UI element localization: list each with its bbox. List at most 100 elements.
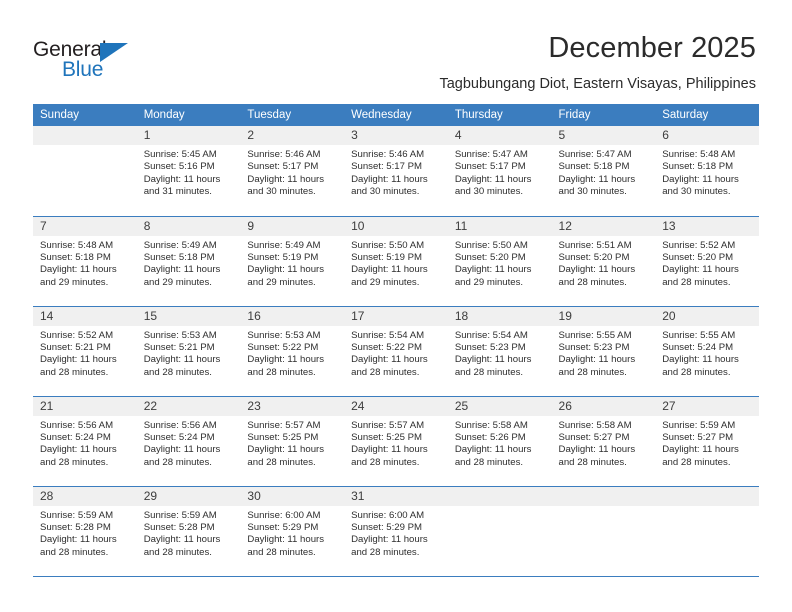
calendar-day-cell[interactable]: 2 Sunrise: 5:46 AM Sunset: 5:17 PM Daylight… xyxy=(240,126,345,217)
sunset-time: Sunset: 5:20 PM xyxy=(454,251,526,263)
daylight-duration-line2: and 31 minutes. xyxy=(143,186,212,198)
day-number: 9 xyxy=(240,216,345,236)
day-number: 22 xyxy=(136,396,241,416)
daylight-duration-line1: Daylight: 11 hours xyxy=(40,264,117,276)
calendar-day-cell[interactable]: 27 Sunrise: 5:59 AM Sunset: 5:27 PM Dayligh… xyxy=(655,396,759,487)
day-details: Sunrise: 5:50 AM Sunset: 5:20 PM Daylight:… xyxy=(448,236,552,290)
sunset-time: Sunset: 5:29 PM xyxy=(351,521,423,533)
day-details: Sunrise: 5:57 AM Sunset: 5:25 PM Daylight:… xyxy=(344,416,448,470)
calendar-day-cell[interactable]: 30 Sunrise: 6:00 AM Sunset: 5:29 PM Dayligh… xyxy=(240,486,345,577)
sunrise-time: Sunrise: 5:46 AM xyxy=(247,149,321,160)
sunset-time: Sunset: 5:26 PM xyxy=(454,431,526,443)
day-number: 20 xyxy=(655,306,759,326)
sunrise-time: Sunrise: 5:59 AM xyxy=(40,509,114,521)
sunrise-time: Sunrise: 5:57 AM xyxy=(351,419,425,431)
calendar-day-cell[interactable]: 17 Sunrise: 5:54 AM Sunset: 5:22 PM Dayligh… xyxy=(344,306,448,397)
daylight-duration-line2: and 28 minutes. xyxy=(351,366,420,378)
page-subtitle: Tagbubungang Diot, Eastern Visayas, Phil… xyxy=(439,76,756,92)
day-details: Sunrise: 5:59 AM Sunset: 5:28 PM Daylight:… xyxy=(33,506,137,560)
sunrise-time: Sunrise: 5:48 AM xyxy=(40,239,114,251)
calendar-day-cell[interactable]: 23 Sunrise: 5:57 AM Sunset: 5:25 PM Dayligh… xyxy=(240,396,345,487)
day-number: 10 xyxy=(344,216,448,236)
day-details: Sunrise: 5:52 AM Sunset: 5:21 PM Daylight:… xyxy=(33,326,137,380)
day-details: Sunrise: 5:53 AM Sunset: 5:21 PM Daylight:… xyxy=(137,326,241,380)
calendar-day-cell[interactable]: 15 Sunrise: 5:53 AM Sunset: 5:21 PM Dayligh… xyxy=(136,306,241,397)
calendar-day-cell[interactable]: 4 Sunrise: 5:47 AM Sunset: 5:17 PM Daylight… xyxy=(447,126,552,217)
daylight-duration-line2: and 28 minutes. xyxy=(454,366,524,378)
sunset-time: Sunset: 5:20 PM xyxy=(558,251,630,263)
daylight-duration-line2: and 28 minutes. xyxy=(558,276,627,288)
sunrise-time: Sunrise: 5:46 AM xyxy=(351,149,425,160)
calendar-day-cell[interactable]: 5 Sunrise: 5:47 AM Sunset: 5:18 PM Daylight… xyxy=(551,126,656,217)
daylight-duration-line1: Daylight: 11 hours xyxy=(662,444,739,456)
sunrise-time: Sunrise: 5:50 AM xyxy=(351,239,425,251)
day-details: Sunrise: 6:00 AM Sunset: 5:29 PM Daylight:… xyxy=(240,506,344,560)
day-number xyxy=(447,486,552,506)
daylight-duration-line2: and 30 minutes. xyxy=(662,186,731,198)
calendar-day-cell[interactable]: 1 Sunrise: 5:45 AM Sunset: 5:16 PM Daylight… xyxy=(136,126,241,217)
day-details: Sunrise: 5:59 AM Sunset: 5:27 PM Daylight:… xyxy=(655,416,759,470)
day-number: 23 xyxy=(240,396,345,416)
calendar-day-cell[interactable]: 12 Sunrise: 5:51 AM Sunset: 5:20 PM Dayligh… xyxy=(551,216,656,307)
daylight-duration-line2: and 29 minutes. xyxy=(40,276,109,288)
day-details: Sunrise: 5:46 AM Sunset: 5:17 PM Daylight:… xyxy=(344,145,448,199)
day-details: Sunrise: 5:56 AM Sunset: 5:24 PM Daylight:… xyxy=(33,416,137,470)
day-details: Sunrise: 5:47 AM Sunset: 5:18 PM Daylight:… xyxy=(552,145,656,199)
calendar-day-cell[interactable]: 28 Sunrise: 5:59 AM Sunset: 5:28 PM Dayligh… xyxy=(33,486,137,577)
calendar-day-cell[interactable]: 18 Sunrise: 5:54 AM Sunset: 5:23 PM Dayligh… xyxy=(447,306,552,397)
calendar-day-cell[interactable]: 19 Sunrise: 5:55 AM Sunset: 5:23 PM Dayligh… xyxy=(551,306,656,397)
day-number: 21 xyxy=(33,396,137,416)
daylight-duration-line1: Daylight: 11 hours xyxy=(143,444,221,456)
sunrise-time: Sunrise: 5:51 AM xyxy=(558,239,632,251)
calendar-day-cell[interactable]: 16 Sunrise: 5:53 AM Sunset: 5:22 PM Dayligh… xyxy=(240,306,345,397)
calendar-day-cell[interactable]: 3 Sunrise: 5:46 AM Sunset: 5:17 PM Daylight… xyxy=(344,126,448,217)
sunset-time: Sunset: 5:25 PM xyxy=(351,431,423,443)
calendar-day-cell[interactable]: 9 Sunrise: 5:49 AM Sunset: 5:19 PM Daylight… xyxy=(240,216,345,307)
day-details: Sunrise: 5:50 AM Sunset: 5:19 PM Daylight:… xyxy=(344,236,448,290)
calendar-day-cell[interactable]: 29 Sunrise: 5:59 AM Sunset: 5:28 PM Dayligh… xyxy=(136,486,241,577)
day-number xyxy=(655,486,759,506)
day-details: Sunrise: 5:54 AM Sunset: 5:23 PM Daylight:… xyxy=(448,326,552,380)
sunset-time: Sunset: 5:23 PM xyxy=(558,341,630,353)
calendar-day-cell[interactable]: 25 Sunrise: 5:58 AM Sunset: 5:26 PM Dayligh… xyxy=(447,396,552,487)
calendar-day-cell[interactable]: 26 Sunrise: 5:58 AM Sunset: 5:27 PM Dayligh… xyxy=(551,396,656,487)
sunset-time: Sunset: 5:17 PM xyxy=(351,161,423,173)
day-details: Sunrise: 5:53 AM Sunset: 5:22 PM Daylight:… xyxy=(240,326,344,380)
sunrise-time: Sunrise: 5:59 AM xyxy=(143,509,217,521)
day-number: 27 xyxy=(655,396,759,416)
calendar-day-cell[interactable]: 8 Sunrise: 5:49 AM Sunset: 5:18 PM Daylight… xyxy=(136,216,241,307)
sunrise-time: Sunrise: 5:45 AM xyxy=(143,149,217,160)
weekday-header-tuesday: Tuesday xyxy=(240,104,345,126)
daylight-duration-line1: Daylight: 11 hours xyxy=(351,444,428,456)
day-details: Sunrise: 5:49 AM Sunset: 5:18 PM Daylight:… xyxy=(137,236,241,290)
calendar-day-cell[interactable]: 22 Sunrise: 5:56 AM Sunset: 5:24 PM Dayligh… xyxy=(136,396,241,487)
daylight-duration-line2: and 28 minutes. xyxy=(247,546,316,558)
day-number: 29 xyxy=(136,486,241,506)
daylight-duration-line1: Daylight: 11 hours xyxy=(143,534,221,546)
daylight-duration-line1: Daylight: 11 hours xyxy=(247,354,325,366)
calendar-day-cell[interactable]: 11 Sunrise: 5:50 AM Sunset: 5:20 PM Dayligh… xyxy=(447,216,552,307)
logo-text-blue: Blue xyxy=(62,58,104,81)
sunrise-time: Sunrise: 6:00 AM xyxy=(351,509,425,521)
daylight-duration-line2: and 30 minutes. xyxy=(351,186,420,198)
calendar-day-cell[interactable]: 13 Sunrise: 5:52 AM Sunset: 5:20 PM Dayligh… xyxy=(655,216,759,307)
daylight-duration-line2: and 28 minutes. xyxy=(40,546,109,558)
day-details: Sunrise: 5:48 AM Sunset: 5:18 PM Daylight:… xyxy=(33,236,137,290)
sunset-time: Sunset: 5:17 PM xyxy=(454,161,526,173)
calendar-day-cell[interactable]: 21 Sunrise: 5:56 AM Sunset: 5:24 PM Dayligh… xyxy=(33,396,137,487)
sunset-time: Sunset: 5:16 PM xyxy=(143,161,215,173)
daylight-duration-line1: Daylight: 11 hours xyxy=(662,173,739,185)
daylight-duration-line2: and 28 minutes. xyxy=(662,366,731,378)
calendar-day-cell[interactable]: 7 Sunrise: 5:48 AM Sunset: 5:18 PM Daylight… xyxy=(33,216,137,307)
calendar-day-cell[interactable]: 10 Sunrise: 5:50 AM Sunset: 5:19 PM Dayligh… xyxy=(344,216,448,307)
daylight-duration-line2: and 28 minutes. xyxy=(662,276,731,288)
calendar-day-cell[interactable]: 24 Sunrise: 5:57 AM Sunset: 5:25 PM Dayligh… xyxy=(344,396,448,487)
day-number: 1 xyxy=(136,126,241,145)
weekday-header-monday: Monday xyxy=(136,104,241,126)
day-number: 28 xyxy=(33,486,137,506)
calendar-day-cell[interactable]: 6 Sunrise: 5:48 AM Sunset: 5:18 PM Daylight… xyxy=(655,126,759,217)
calendar-day-cell[interactable]: 31 Sunrise: 6:00 AM Sunset: 5:29 PM Dayligh… xyxy=(344,486,448,577)
calendar-day-cell[interactable]: 14 Sunrise: 5:52 AM Sunset: 5:21 PM Dayligh… xyxy=(33,306,137,397)
calendar-day-cell[interactable]: 20 Sunrise: 5:55 AM Sunset: 5:24 PM Dayligh… xyxy=(655,306,759,397)
weekday-header-thursday: Thursday xyxy=(447,104,552,126)
